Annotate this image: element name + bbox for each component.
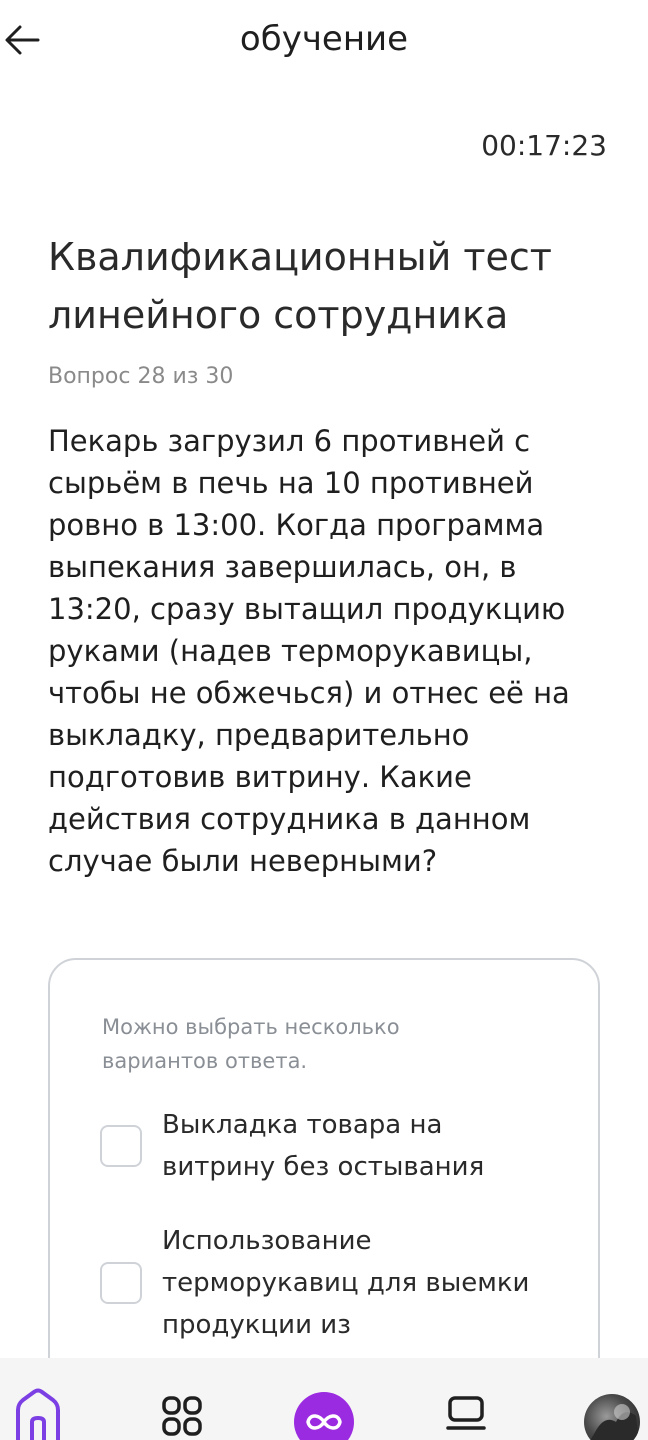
answer-option-label: Выкладка товара на витрину без остывания bbox=[162, 1110, 485, 1182]
page-title: обучение bbox=[239, 19, 409, 59]
app-screen: обучение 00:17:23 Квалификационный тест … bbox=[0, 0, 648, 1440]
courses-screen-icon bbox=[446, 1396, 486, 1430]
nav-center[interactable] bbox=[294, 1392, 354, 1440]
answer-option-label: Использование терморукавиц для выемки пр… bbox=[162, 1226, 530, 1340]
multi-select-hint: Можно выбрать несколько вариантов ответа… bbox=[102, 1015, 400, 1073]
top-bar: обучение bbox=[0, 0, 648, 80]
avatar-image bbox=[590, 1404, 639, 1440]
profile-avatar[interactable] bbox=[584, 1394, 640, 1440]
infinity-center-icon bbox=[306, 1414, 342, 1430]
center-action-button[interactable] bbox=[294, 1392, 354, 1440]
checkbox[interactable] bbox=[100, 1125, 142, 1167]
nav-catalog[interactable] bbox=[150, 1388, 210, 1440]
test-title: Квалификационный тест линейного сотрудни… bbox=[48, 235, 552, 337]
answer-option[interactable]: Выкладка товара на витрину без остывания bbox=[100, 1104, 560, 1188]
nav-home[interactable] bbox=[8, 1388, 68, 1440]
bottom-nav bbox=[0, 1358, 648, 1440]
nav-profile[interactable] bbox=[582, 1394, 642, 1440]
timer: 00:17:23 bbox=[481, 129, 607, 162]
nav-courses[interactable] bbox=[436, 1388, 496, 1440]
question-text: Пекарь загрузил 6 противней с сырьём в п… bbox=[48, 424, 570, 878]
catalog-grid-icon bbox=[162, 1396, 202, 1436]
checkbox[interactable] bbox=[100, 1262, 142, 1304]
question-counter: Вопрос 28 из 30 bbox=[48, 364, 234, 389]
home-icon bbox=[16, 1388, 60, 1440]
answer-option[interactable]: Использование терморукавиц для выемки пр… bbox=[100, 1220, 560, 1346]
